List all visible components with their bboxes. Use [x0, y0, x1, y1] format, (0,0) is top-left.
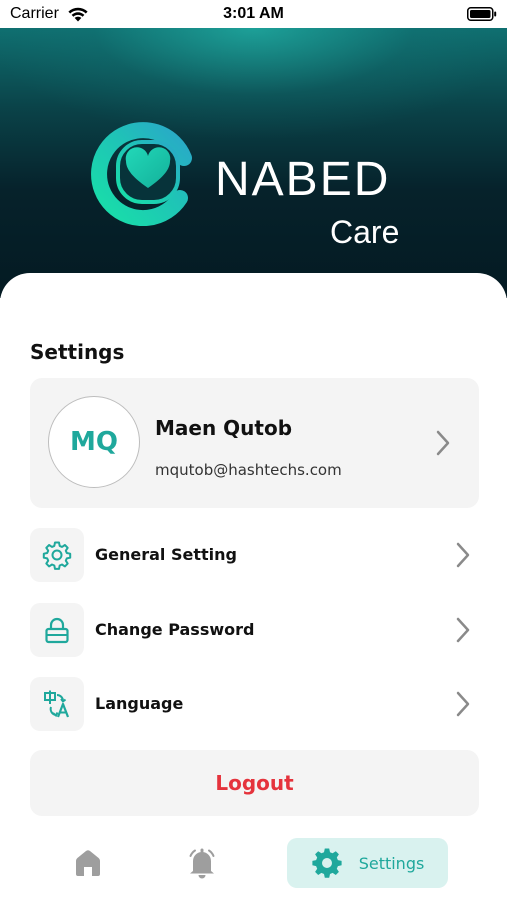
- profile-name: Maen Qutob: [155, 416, 293, 440]
- menu-item-change-password[interactable]: Change Password: [30, 603, 479, 657]
- tab-settings[interactable]: Settings: [287, 838, 448, 888]
- brand-subtitle: Care: [330, 214, 400, 250]
- brand-name: NABED: [215, 153, 391, 206]
- menu-icon-box: [30, 603, 84, 657]
- battery-icon: [467, 7, 497, 21]
- logout-button[interactable]: Logout: [30, 750, 479, 816]
- brand-header: NABED Care: [0, 28, 507, 298]
- status-bar: Carrier 3:01 AM: [0, 0, 507, 28]
- chevron-right-icon: [456, 691, 470, 717]
- menu-item-label: Language: [95, 694, 184, 713]
- menu-icon-box: [30, 677, 84, 731]
- menu-item-label: General Setting: [95, 545, 237, 564]
- profile-email: mqutob@hashtechs.com: [155, 461, 342, 479]
- tab-settings-label: Settings: [358, 853, 425, 873]
- lock-icon: [45, 617, 69, 644]
- profile-card[interactable]: MQ Maen Qutob mqutob@hashtechs.com: [30, 378, 479, 508]
- gear-icon: [42, 541, 72, 570]
- chevron-right-icon: [456, 542, 470, 568]
- clock: 3:01 AM: [223, 5, 284, 22]
- page-title: Settings: [30, 340, 125, 364]
- settings-sheet: Settings MQ Maen Qutob mqutob@hashtechs.…: [0, 273, 507, 900]
- tab-home[interactable]: [68, 838, 108, 888]
- nabed-logo-icon: [91, 122, 192, 226]
- avatar: MQ: [48, 396, 140, 488]
- menu-item-language[interactable]: Language: [30, 677, 479, 731]
- home-icon: [76, 850, 100, 876]
- bottom-nav: Settings: [0, 830, 507, 900]
- translate-icon: [44, 690, 70, 718]
- chevron-right-icon: [436, 430, 450, 456]
- chevron-right-icon: [456, 617, 470, 643]
- gear-icon: [312, 848, 342, 878]
- bell-icon: [189, 848, 215, 879]
- menu-item-general-setting[interactable]: General Setting: [30, 528, 479, 582]
- menu-item-label: Change Password: [95, 620, 255, 639]
- tab-notifications[interactable]: [182, 838, 222, 888]
- menu-icon-box: [30, 528, 84, 582]
